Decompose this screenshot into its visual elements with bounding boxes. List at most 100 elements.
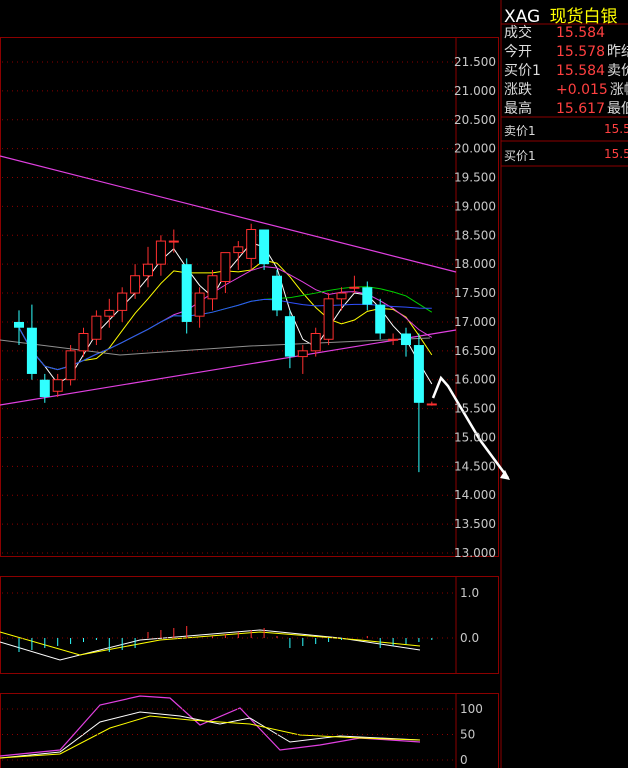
candle xyxy=(52,373,63,398)
candle-body xyxy=(117,292,128,311)
bid-row: 买价1 15.5 xyxy=(504,147,628,164)
candle-body xyxy=(426,403,437,406)
candle-body xyxy=(78,332,89,352)
macd-tick-label: 1.0 xyxy=(460,586,479,600)
candle-body xyxy=(155,240,166,265)
bid-label: 买价1 xyxy=(504,149,536,163)
candle-body xyxy=(246,229,257,259)
candle xyxy=(349,275,360,294)
candle xyxy=(362,281,373,311)
quote-label: 最高 xyxy=(504,101,532,117)
price-tick-label: 19.000 xyxy=(454,199,496,213)
price-tick-label: 20.000 xyxy=(454,142,496,156)
price-tick-label: 14.000 xyxy=(454,488,496,502)
price-tick-label: 15.000 xyxy=(454,430,496,444)
candle xyxy=(130,264,141,299)
candle xyxy=(246,223,257,270)
candle-body xyxy=(65,350,76,381)
quote-value: 15.584 xyxy=(556,63,605,79)
kdj-tick-label: 100 xyxy=(460,702,483,716)
price-tick-label: 13.000 xyxy=(454,546,496,560)
price-tick-label: 17.000 xyxy=(454,315,496,329)
candle-body xyxy=(336,292,347,300)
macd-dea-line xyxy=(0,631,421,656)
candle-body xyxy=(362,287,373,305)
candle-body xyxy=(14,321,24,328)
candle xyxy=(233,241,244,270)
candle-body xyxy=(284,316,295,357)
candle-body xyxy=(168,240,179,243)
price-tick-label: 20.500 xyxy=(454,113,496,127)
quote-label: 买价1 xyxy=(504,63,541,79)
candle xyxy=(297,345,308,374)
quote-value: +0.015 xyxy=(556,82,608,98)
ma-line-flat xyxy=(0,337,431,356)
candle-body xyxy=(207,275,218,300)
price-tick-label: 18.000 xyxy=(454,257,496,271)
candle-body xyxy=(388,338,399,341)
price-tick-label: 18.500 xyxy=(454,228,496,242)
candle xyxy=(91,310,102,346)
candle xyxy=(14,310,24,346)
kdj-panel-frame xyxy=(0,693,499,768)
candle-body xyxy=(104,309,115,317)
candle xyxy=(155,235,166,276)
macd-panel-frame xyxy=(0,576,499,674)
bid-value: 15.5 xyxy=(604,147,628,161)
candle xyxy=(336,287,347,311)
candle xyxy=(284,310,295,369)
candle xyxy=(181,258,192,334)
quote-row-last: 成交 15.584 xyxy=(504,24,607,42)
candle xyxy=(401,327,411,357)
candle-body xyxy=(194,292,205,317)
candle-body xyxy=(220,252,231,283)
indicator-panels xyxy=(2,592,456,761)
quote-label: 涨跌 xyxy=(504,82,532,98)
candle xyxy=(413,333,424,473)
kdj-tick-label: 0 xyxy=(460,753,468,767)
macd-tick-label: 0.0 xyxy=(460,631,479,645)
candle-body xyxy=(181,264,192,322)
kdj-tick-label: 50 xyxy=(460,728,475,742)
candle xyxy=(65,345,76,386)
candle xyxy=(323,293,334,346)
main-panel-frame xyxy=(0,37,499,557)
quote-label: 成交 xyxy=(504,25,532,41)
price-tick-label: 16.500 xyxy=(454,344,496,358)
candle xyxy=(168,229,179,253)
axis-ticks: 21.500 21.000 20.500 20.000 19.500 19.000 18.5… xyxy=(454,55,496,767)
price-tick-label: 19.500 xyxy=(454,171,496,185)
candle-body xyxy=(143,263,153,277)
price-tick-label: 16.000 xyxy=(454,373,496,387)
ask-row: 卖价1 15.5 xyxy=(504,122,628,139)
candle xyxy=(272,269,282,317)
candle-body xyxy=(310,332,321,352)
candle-body xyxy=(375,304,386,334)
candle-body xyxy=(272,275,282,311)
candle-body xyxy=(233,246,244,254)
candle-body xyxy=(130,275,141,294)
candle xyxy=(388,333,399,346)
candle-body xyxy=(413,345,424,403)
ask-label: 卖价1 xyxy=(504,124,536,138)
candle-body xyxy=(297,350,308,358)
price-tick-label: 15.500 xyxy=(454,402,496,416)
quote-next-label: 最低 xyxy=(607,101,628,117)
price-tick-label: 13.500 xyxy=(454,517,496,531)
candle xyxy=(26,304,37,380)
quote-value: 15.584 xyxy=(556,25,605,41)
quote-value: 15.578 xyxy=(556,44,605,60)
price-tick-label: 21.500 xyxy=(454,55,496,69)
candle-body xyxy=(259,229,270,265)
ask-value: 15.5 xyxy=(604,122,628,136)
candle-body xyxy=(52,379,63,392)
candle xyxy=(259,229,270,270)
price-tick-label: 21.000 xyxy=(454,84,496,98)
quote-next-label: 涨幅 xyxy=(609,82,628,98)
quote-next-label: 昨结 xyxy=(607,44,628,60)
quote-value: 15.617 xyxy=(556,101,605,117)
quote-row-open: 今开 15.578昨结 xyxy=(504,43,628,61)
candle-body xyxy=(26,327,37,374)
candle-body xyxy=(349,286,360,289)
quote-row-high: 最高 15.617最低 xyxy=(504,100,628,118)
